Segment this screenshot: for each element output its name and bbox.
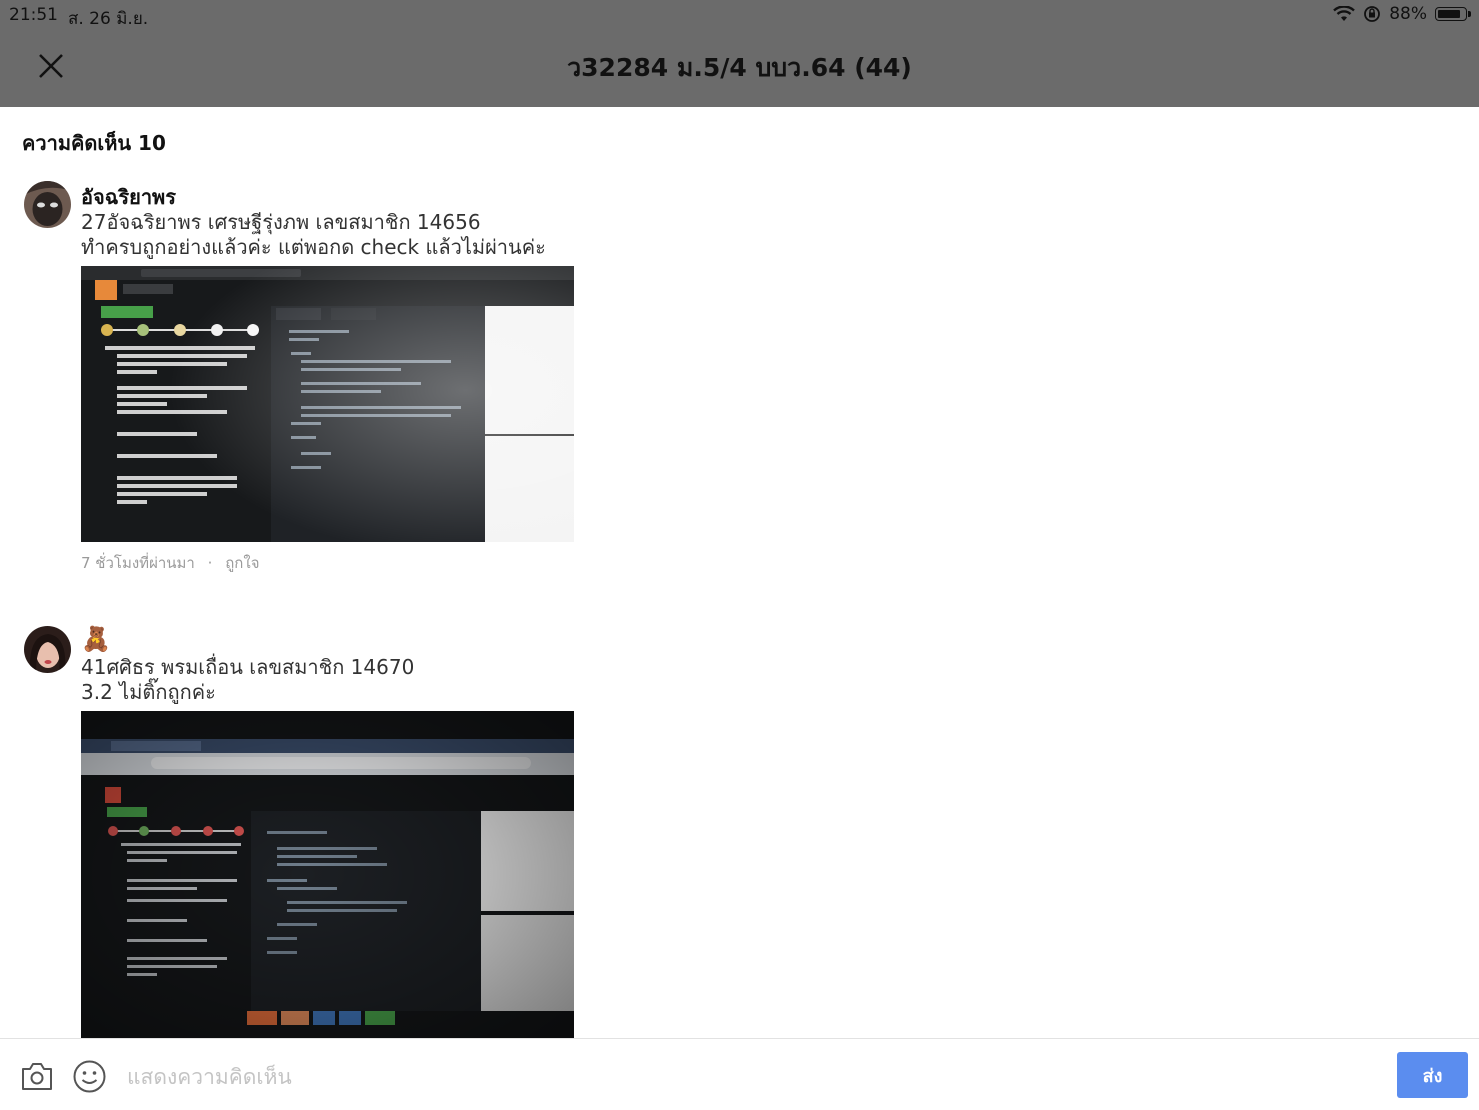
comment-text: 41ศศิธร พรมเถื่อน เลขสมาชิก 14670 3.2 ไม… [81,655,415,704]
status-date: ส. 26 มิ.ย. [68,9,149,29]
comment-composer: ส่ง [0,1038,1479,1110]
avatar[interactable] [24,626,71,673]
orientation-lock-icon [1364,6,1381,22]
status-indicators: 88% [1333,4,1471,24]
comment-input[interactable] [125,1059,1379,1095]
status-time: 21:51 [9,5,58,25]
avatar[interactable] [24,181,71,228]
comment-text: 27อัจฉริยาพร เศรษฐีรุ่งภพ เลขสมาชิก 1465… [81,210,546,259]
comment-author[interactable]: อัจฉริยาพร [81,181,176,213]
attached-image[interactable] [81,266,574,542]
comment-meta: 7 ชั่วโมงที่ผ่านมา · ถูกใจ [81,551,259,575]
send-button[interactable]: ส่ง [1397,1052,1468,1098]
like-button[interactable]: ถูกใจ [225,554,259,572]
emoji-icon[interactable] [73,1060,106,1093]
meta-separator: · [207,554,213,572]
camera-icon[interactable] [20,1060,54,1092]
attached-image[interactable] [81,711,574,1038]
comment-count: ความคิดเห็น 10 [22,131,166,155]
comments-list[interactable]: ความคิดเห็น 10 อัจฉริยาพร 27อัจฉริยาพร เ… [0,107,1479,1038]
comment-time: 7 ชั่วโมงที่ผ่านมา [81,554,195,572]
comment-author[interactable]: 🧸 [81,625,111,653]
status-bar: 21:51 ส. 26 มิ.ย. 88% [0,0,1479,30]
wifi-icon [1333,6,1356,21]
battery-percent: 88% [1389,4,1427,24]
page-title: ว32284 ม.5/4 บบว.64 (44) [567,53,912,82]
battery-icon [1435,7,1471,21]
top-bar: 21:51 ส. 26 มิ.ย. 88% ว32284 ม.5/4 บบว.6… [0,0,1479,107]
